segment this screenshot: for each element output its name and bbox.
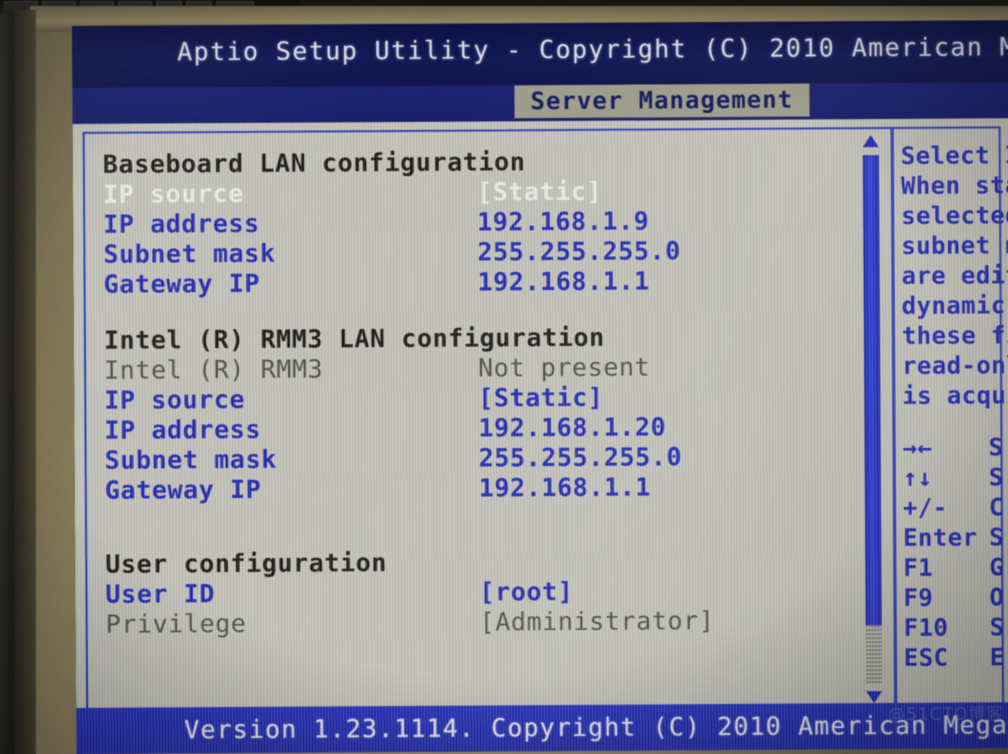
setting-row-subnet-mask-baseboard[interactable]: Subnet mask 255.255.255.0 — [103, 235, 863, 270]
setting-label: IP source — [104, 384, 246, 415]
background-wall — [0, 14, 14, 754]
help-line: is acqui — [902, 381, 1008, 410]
version-text: Version 1.23.1114. Copyright (C) 2010 Am… — [184, 710, 1008, 745]
key-desc: G — [989, 553, 1005, 582]
scrollbar-thumb[interactable] — [862, 155, 882, 626]
setting-label: Gateway IP — [104, 474, 262, 505]
setting-value[interactable]: 255.255.255.0 — [479, 441, 865, 473]
help-line: subnet m — [901, 231, 1008, 260]
help-line: selected — [901, 201, 1008, 230]
help-line: are edit — [901, 261, 1008, 290]
help-line: When sta — [900, 171, 1008, 200]
photograph-of-bios-screen: Aptio Setup Utility - Copyright (C) 2010… — [0, 0, 1008, 754]
setting-value[interactable]: [root] — [479, 575, 865, 607]
footer-bar: Version 1.23.1114. Copyright (C) 2010 Am… — [76, 702, 1008, 754]
key-legend-row-esc: ESC E — [904, 642, 1008, 673]
setting-label: Intel (R) RMM3 — [104, 354, 324, 385]
key-legend-row-f1: F1 G — [903, 552, 1008, 583]
key-legend-row-f10: F10 S — [904, 612, 1008, 643]
setting-value[interactable]: 192.168.1.1 — [479, 471, 865, 503]
key-label: ESC — [903, 643, 949, 672]
help-line: read-onl — [902, 351, 1008, 380]
key-desc: S — [988, 433, 1004, 462]
setting-label: Privilege — [105, 608, 247, 639]
key-label: F9 — [903, 583, 934, 612]
bios-screen: Aptio Setup Utility - Copyright (C) 2010… — [72, 20, 1008, 754]
key-label: F1 — [903, 553, 934, 582]
setting-value[interactable]: [Static] — [477, 175, 863, 207]
setting-value: [Administrator] — [479, 606, 715, 637]
key-desc: S — [988, 463, 1004, 492]
section-heading: Intel (R) RMM3 LAN configuration — [103, 322, 605, 355]
setting-value[interactable]: 192.168.1.20 — [478, 411, 864, 443]
setting-label: IP address — [104, 414, 262, 445]
section-heading: Baseboard LAN configuration — [102, 147, 526, 179]
setting-label: IP address — [103, 208, 260, 239]
key-label: ↑↓ — [902, 463, 933, 492]
screen-body: Baseboard LAN configuration IP source [S… — [72, 118, 1008, 754]
setting-row-ip-source-baseboard[interactable]: IP source [Static] — [103, 175, 863, 210]
key-desc: E — [989, 643, 1005, 672]
setting-value: Not present — [478, 352, 651, 383]
key-legend-row-plus-minus: +/- C — [903, 492, 1008, 523]
key-legend-row-f9: F9 O — [903, 582, 1008, 613]
setting-row-ip-address-baseboard[interactable]: IP address 192.168.1.9 — [103, 205, 863, 240]
key-desc: C — [988, 493, 1004, 522]
key-legend-row-arrows-vertical: ↑↓ S — [903, 462, 1008, 493]
key-label: +/- — [902, 493, 948, 522]
window-title: Aptio Setup Utility - Copyright (C) 2010… — [177, 31, 1008, 67]
key-legend-row-enter: Enter S — [903, 522, 1008, 553]
key-legend: →← S ↑↓ S +/- C Enter S F1 G F9 O F10 S … — [903, 432, 1008, 673]
setting-row-ip-source-rmm3[interactable]: IP source [Static] — [104, 381, 864, 416]
setting-row-subnet-mask-rmm3[interactable]: Subnet mask 255.255.255.0 — [105, 441, 865, 476]
key-desc: S — [989, 613, 1005, 642]
setting-value[interactable]: 192.168.1.9 — [477, 205, 863, 237]
setting-label: User ID — [105, 579, 216, 609]
setting-row-user-id[interactable]: User ID [root] — [105, 575, 865, 610]
help-line: dynamic — [901, 291, 1006, 320]
setting-value[interactable]: 192.168.1.1 — [477, 265, 863, 297]
watermark: @51CTO博客 — [887, 704, 1005, 726]
vertical-scrollbar[interactable] — [859, 133, 886, 705]
key-desc: O — [989, 583, 1005, 612]
setting-value[interactable]: 255.255.255.0 — [477, 235, 863, 267]
setting-row-ip-address-rmm3[interactable]: IP address 192.168.1.20 — [104, 411, 864, 446]
setting-row-privilege: Privilege [Administrator] — [106, 605, 866, 640]
setting-label: Subnet mask — [103, 238, 276, 269]
key-label: Enter — [903, 523, 978, 552]
scroll-up-arrow-icon[interactable] — [861, 133, 881, 151]
help-pane: Select I When sta selected subnet m are … — [901, 140, 1008, 673]
setting-row-intel-rmm3-presence: Intel (R) RMM3 Not present — [104, 351, 864, 386]
key-label: →← — [902, 433, 933, 462]
settings-pane: Baseboard LAN configuration IP source [S… — [103, 145, 866, 640]
section-heading: User configuration — [105, 548, 388, 579]
help-line: Select I — [900, 141, 1008, 170]
setting-label: IP source — [102, 178, 244, 209]
setting-label: Subnet mask — [104, 444, 277, 475]
key-desc: S — [989, 523, 1005, 552]
key-label: F10 — [903, 613, 949, 642]
tab-server-management[interactable]: Server Management — [514, 83, 810, 119]
help-line: these fi — [901, 321, 1008, 350]
setting-row-gateway-ip-baseboard[interactable]: Gateway IP 192.168.1.1 — [103, 265, 863, 300]
key-legend-row-arrows-horizontal: →← S — [903, 432, 1008, 463]
scroll-down-arrow-icon[interactable] — [864, 687, 884, 705]
setting-label: Gateway IP — [103, 268, 261, 299]
setting-row-gateway-ip-rmm3[interactable]: Gateway IP 192.168.1.1 — [105, 471, 865, 506]
menu-bar[interactable]: Server Management — [72, 82, 1008, 124]
setting-value[interactable]: [Static] — [478, 381, 864, 413]
title-bar: Aptio Setup Utility - Copyright (C) 2010… — [72, 20, 1008, 88]
